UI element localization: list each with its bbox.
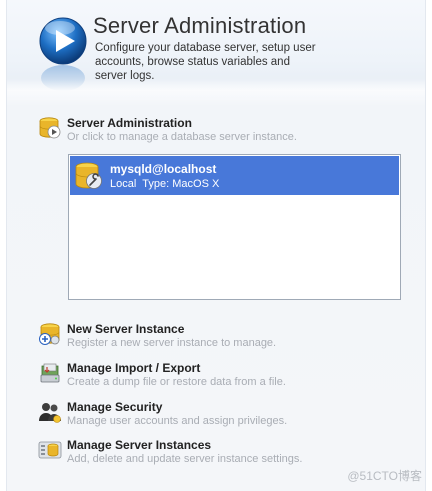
list-item[interactable]: mysqld@localhost Local Type: MacOS X	[70, 156, 399, 195]
manage-security-title: Manage Security	[67, 400, 163, 414]
instance-name: mysqld@localhost	[110, 162, 217, 176]
server-instance-list[interactable]: mysqld@localhost Local Type: MacOS X	[68, 154, 401, 300]
server-admin-description: Or click to manage a database server ins…	[67, 131, 297, 143]
watermark: @51CTO博客	[347, 469, 422, 483]
new-server-instance-title: New Server Instance	[67, 322, 185, 336]
instance-details: Local Type: MacOS X	[110, 178, 219, 190]
database-play-icon	[39, 117, 61, 139]
instance-type: Type: MacOS X	[142, 178, 220, 190]
disk-drive-icon	[40, 363, 60, 383]
page-description: Configure your database server, setup us…	[95, 42, 316, 82]
new-server-instance-description: Register a new server instance to manage…	[67, 337, 277, 349]
database-add-icon	[39, 323, 60, 345]
manage-security-description: Manage user accounts and assign privileg…	[67, 415, 288, 427]
server-admin-title: Server Administration	[67, 116, 192, 130]
page-title: Server Administration	[93, 13, 307, 38]
manage-server-instances-title: Manage Server Instances	[67, 438, 212, 452]
play-circle-icon	[39, 17, 87, 91]
instance-location: Local	[110, 178, 137, 190]
database-wrench-icon	[75, 162, 102, 189]
database-settings-icon	[38, 441, 62, 459]
manage-import-export-description: Create a dump file or restore data from …	[67, 376, 286, 388]
users-icon	[39, 403, 61, 423]
manage-import-export-title: Manage Import / Export	[67, 361, 201, 375]
manage-server-instances-description: Add, delete and update server instance s…	[67, 453, 303, 465]
